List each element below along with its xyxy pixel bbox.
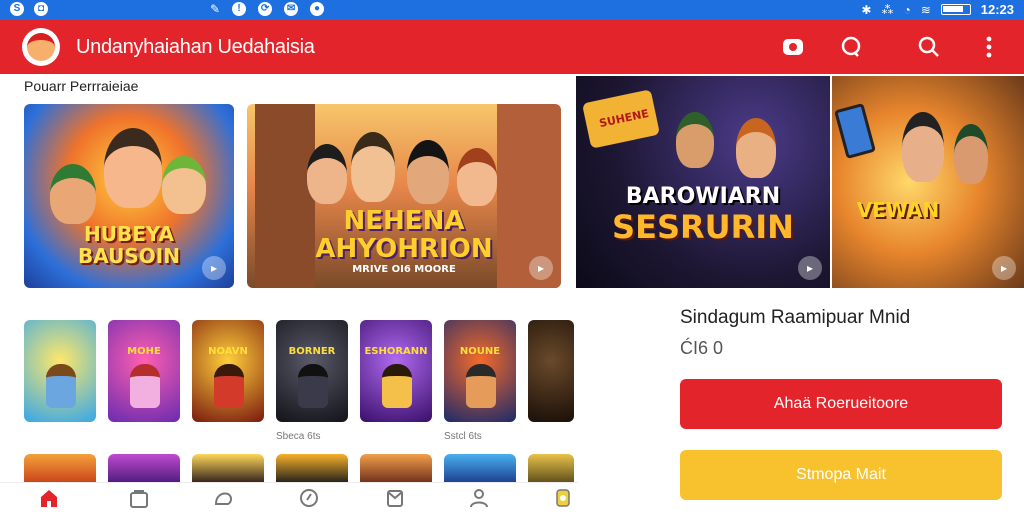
alarm-icon: ◔ xyxy=(903,2,911,17)
chat-icon[interactable] xyxy=(212,487,236,509)
game-tile-12[interactable] xyxy=(360,454,432,484)
inbox-icon[interactable] xyxy=(384,487,408,509)
wifi-icon: ≋ xyxy=(920,2,931,17)
search-icon[interactable] xyxy=(916,34,942,60)
game-tile-1[interactable] xyxy=(24,320,96,422)
game-tile-7[interactable] xyxy=(528,320,574,422)
bluetooth-icon: ✱ xyxy=(861,2,872,17)
play-icon[interactable]: ▸ xyxy=(992,256,1016,280)
game-tile-2[interactable]: MOHE xyxy=(108,320,180,422)
profile-icon[interactable] xyxy=(468,487,492,509)
game-tile-5[interactable]: ESHORANN xyxy=(360,320,432,422)
tile-caption-2: Sstcl 6ts xyxy=(444,431,482,442)
banner-2-subtitle: MRIVE OI6 MOORE xyxy=(352,264,456,275)
play-icon[interactable]: ▸ xyxy=(202,256,226,280)
section-title: Pouarr Perrraieiae xyxy=(24,78,139,94)
featured-banner-4[interactable]: VEWAN ▸ xyxy=(832,76,1024,288)
game-tile-11[interactable] xyxy=(276,454,348,484)
banner-3-title-line1: BAROWIARN xyxy=(625,184,781,209)
app-bar: Undanyhaiahan Uedahaisia xyxy=(0,20,1024,74)
banner-2-title-line2: AHYOHRION xyxy=(315,234,493,264)
app-title: Undanyhaiahan Uedahaisia xyxy=(76,36,315,58)
app-screen: S ◘ ✎ ! ⟳ ✉ ● ✱ ⁂ ◔ ≋ 12:23 Undanyhaiaha… xyxy=(0,0,1024,512)
sync-icon: ⟳ xyxy=(258,2,273,16)
play-icon[interactable]: ▸ xyxy=(798,256,822,280)
game-tile-8[interactable] xyxy=(24,454,96,484)
bottom-navigation xyxy=(0,482,578,512)
clock: 12:23 xyxy=(980,2,1014,17)
notice-icon: ! xyxy=(232,2,247,16)
store-icon[interactable] xyxy=(128,487,152,509)
app-notification-icon: ◘ xyxy=(34,2,48,16)
message-icon[interactable] xyxy=(838,34,864,60)
home-icon[interactable] xyxy=(38,487,62,509)
featured-banner-2[interactable]: NEHENA AHYOHRION MRIVE OI6 MOORE ▸ xyxy=(247,104,561,288)
banner-3-title-line2: SESRURIN xyxy=(612,208,794,246)
banner-1-title-line1: HUBEYA xyxy=(84,222,174,246)
game-tile-9[interactable] xyxy=(108,454,180,484)
game-tile-3[interactable]: NOAVN xyxy=(192,320,264,422)
featured-banner-3[interactable]: SUHENE BAROWIARN SESRURIN ▸ xyxy=(576,76,830,288)
battery-icon xyxy=(940,4,971,15)
pen-icon: ✎ xyxy=(210,2,221,16)
game-tile-13[interactable] xyxy=(444,454,516,484)
app-logo[interactable] xyxy=(22,28,60,66)
game-tile-10[interactable] xyxy=(192,454,264,484)
banner-2-title-line1: NEHENA xyxy=(343,206,465,236)
more-icon[interactable] xyxy=(976,34,1002,60)
status-bar: S ◘ ✎ ! ⟳ ✉ ● ✱ ⁂ ◔ ≋ 12:23 xyxy=(0,0,1024,20)
mail-icon: ✉ xyxy=(284,2,299,16)
record-icon[interactable] xyxy=(780,34,806,60)
game-title: Sindagum Raamipuar Mnid xyxy=(680,307,911,328)
game-tile-6[interactable]: NOUNE xyxy=(444,320,516,422)
game-tile-14[interactable] xyxy=(528,454,574,484)
banner-4-title: VEWAN xyxy=(856,198,940,222)
tile-caption-1: Sbeca 6ts xyxy=(276,431,321,442)
featured-banner-1[interactable]: HUBEYA BAUSOIN ▸ xyxy=(24,104,234,288)
game-tile-4[interactable]: BORNER xyxy=(276,320,348,422)
vibrate-icon: ⁂ xyxy=(881,2,894,17)
game-meta: ĆI6 0 xyxy=(680,338,724,358)
message-icon: ● xyxy=(310,2,325,16)
secondary-action-button[interactable]: Stmopa Mait xyxy=(680,450,1002,500)
notification-icon: S xyxy=(10,2,24,16)
primary-action-button[interactable]: Ahaä Roerueitoore xyxy=(680,379,1002,429)
explore-icon[interactable] xyxy=(298,487,322,509)
games-icon[interactable] xyxy=(552,487,576,509)
play-icon[interactable]: ▸ xyxy=(529,256,553,280)
